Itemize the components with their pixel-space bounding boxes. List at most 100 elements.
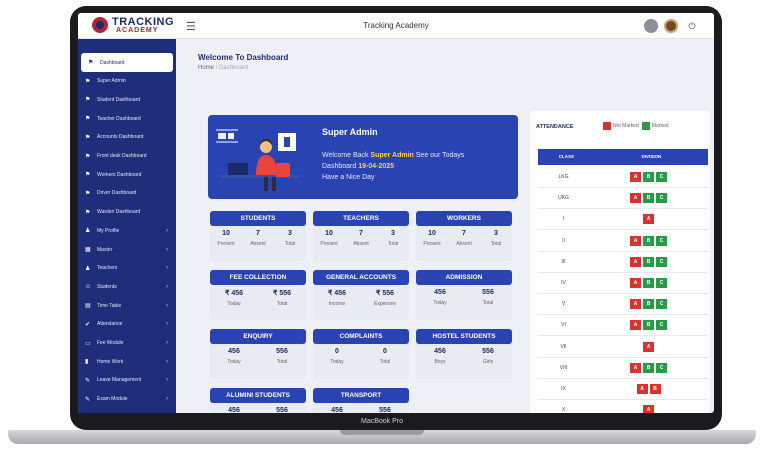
class-name: V xyxy=(561,301,566,308)
summary-card[interactable]: ADMISSION 456 Today 556 Total xyxy=(416,270,512,320)
summary-card[interactable]: TRANSPORT456Allocated556Total Student xyxy=(313,388,409,413)
division-badge[interactable]: A xyxy=(630,299,641,310)
stat-value: 3 xyxy=(391,230,395,237)
app-title: Tracking Academy xyxy=(363,21,429,30)
sidebar-item[interactable]: ⚑ Accounts Dashboard xyxy=(78,128,176,147)
power-icon[interactable]: ⏻ xyxy=(686,20,698,32)
sidebar-item[interactable]: ⚑ Student Dashboard xyxy=(78,90,176,109)
division-badge[interactable]: B xyxy=(649,384,661,394)
division-badge[interactable]: B xyxy=(643,256,654,267)
sidebar-item[interactable]: ⚑ Front desk Dashboard xyxy=(78,147,176,166)
division-badge[interactable]: C xyxy=(656,193,667,204)
card-body: ₹ 456 Today ₹ 556 Total xyxy=(210,285,306,320)
sidebar-item[interactable]: ✔ Attendance › xyxy=(78,315,176,334)
division-badge[interactable]: B xyxy=(643,193,654,204)
sidebar-item[interactable]: ▭ Fee Module › xyxy=(78,334,176,353)
division-badge[interactable]: C xyxy=(656,278,667,288)
sidebar-item[interactable]: ▤ Time Table › xyxy=(78,296,176,315)
division-badge[interactable]: A xyxy=(643,214,654,225)
stat-label: Total xyxy=(284,241,296,247)
home-icon: ⚑ xyxy=(85,190,91,197)
class-name: III xyxy=(561,258,566,265)
division-badge[interactable]: C xyxy=(656,299,667,310)
book-icon: ▮ xyxy=(85,359,89,366)
stat-value: 556 xyxy=(379,407,391,413)
breadcrumb-current: Dashboard xyxy=(219,65,249,71)
home-icon: ⚑ xyxy=(85,153,91,160)
sidebar-item-label: Time Table xyxy=(97,302,122,309)
summary-card[interactable]: TEACHERS 10 Present 7 Absent 3 Total xyxy=(313,211,409,261)
division-badge[interactable]: C xyxy=(656,362,667,373)
division-badge[interactable]: B xyxy=(643,320,654,331)
stat-label: Today xyxy=(433,300,447,306)
sidebar-item-label: Teachers xyxy=(97,265,118,272)
division-badge[interactable]: B xyxy=(643,235,654,246)
division-badge[interactable]: A xyxy=(630,172,641,182)
division-badge[interactable]: A xyxy=(630,320,641,331)
sidebar-item[interactable]: ▮ Home Work › xyxy=(78,352,176,371)
division-badge[interactable]: B xyxy=(643,299,654,310)
sidebar-item-label: Attendance xyxy=(97,321,123,328)
division-badge[interactable]: C xyxy=(656,256,667,267)
division-badge[interactable]: A xyxy=(630,256,641,267)
stat-value: 10 xyxy=(428,230,436,237)
sidebar-item[interactable]: ✎ Exam Module › xyxy=(78,390,176,409)
user-icon[interactable] xyxy=(644,19,658,33)
chevron-right-icon: › xyxy=(166,265,168,272)
sidebar-item[interactable]: ▦ Master › xyxy=(78,240,176,259)
division-badge[interactable]: A xyxy=(630,193,641,204)
breadcrumb-home[interactable]: Home xyxy=(198,65,214,71)
sidebar-item-label: Fee Module xyxy=(97,340,124,346)
division-badge[interactable]: A xyxy=(630,362,641,373)
sidebar-item[interactable]: ⚑ Workers Dashboard xyxy=(78,165,176,184)
card-body: ₹ 456 Income ₹ 556 Expenses xyxy=(313,285,409,320)
division-badge[interactable]: B xyxy=(643,362,654,373)
stat-label: Today xyxy=(227,301,241,307)
device-label: MacBook Pro xyxy=(360,418,404,425)
division-badge[interactable]: B xyxy=(643,278,654,288)
sidebar-item[interactable]: ☺ Students › xyxy=(78,277,176,296)
division-badge[interactable]: C xyxy=(656,235,667,246)
division-badge[interactable]: A xyxy=(630,235,641,246)
division-badge[interactable]: C xyxy=(656,172,667,182)
division-badge[interactable]: A xyxy=(630,278,641,288)
division-badge[interactable]: A xyxy=(643,341,654,352)
summary-card[interactable]: STUDENTS 10 Present 7 Absent 3 Total xyxy=(210,211,306,261)
class-name: VI xyxy=(561,322,566,329)
division-badge[interactable]: B xyxy=(643,172,654,182)
users-icon: ☺ xyxy=(85,283,92,290)
summary-card[interactable]: GENERAL ACCOUNTS ₹ 456 Income ₹ 556 Expenses xyxy=(313,270,409,320)
attendance-panel: ATTENDANCE Not Marked Marked CLASS DIVIS… xyxy=(530,111,710,413)
stat-value: 0 xyxy=(335,348,339,355)
sidebar-item[interactable]: ♟ My Profile › xyxy=(78,221,176,240)
sidebar-item[interactable]: ⚑ Super Admin xyxy=(78,72,176,91)
card-stat: 3 Total xyxy=(480,230,512,247)
summary-card[interactable]: COMPLAINTS 0 Today 0 Total xyxy=(313,329,409,379)
stat-label: Absent xyxy=(250,241,266,247)
summary-card[interactable]: HOSTEL STUDENTS 456 Boys 556 Girls xyxy=(416,329,512,379)
avatar[interactable] xyxy=(664,19,678,33)
home-icon: ⚑ xyxy=(88,60,94,66)
sidebar-item[interactable]: ✎ Leave Management › xyxy=(78,371,176,390)
stat-label: Present xyxy=(217,241,235,247)
division-badges: ABC xyxy=(589,172,708,182)
summary-card[interactable]: WORKERS 10 Present 7 Absent 3 Total xyxy=(416,211,512,261)
stat-value: 7 xyxy=(462,230,466,237)
division-badge[interactable]: A xyxy=(643,405,654,413)
sidebar-item[interactable]: ⚑ Warden Dashboard xyxy=(78,203,176,222)
sidebar-item[interactable]: ⚑ Driver Dashboard xyxy=(78,184,176,203)
division-badge[interactable]: A xyxy=(636,384,648,394)
column-class: CLASS xyxy=(558,154,574,159)
stat-value: 556 xyxy=(482,289,494,296)
sidebar-item-label: Master xyxy=(97,246,113,253)
sidebar-item[interactable]: ⚑ Dashboard xyxy=(81,53,173,72)
summary-card[interactable]: ENQUIRY 456 Today 556 Total xyxy=(210,329,306,379)
summary-card[interactable]: FEE COLLECTION ₹ 456 Today ₹ 556 Total xyxy=(210,270,306,320)
chevron-right-icon: › xyxy=(166,358,168,365)
sidebar-item[interactable]: ♟ Teachers › xyxy=(78,259,176,278)
summary-card[interactable]: ALUMINI STUDENTS456Boys556Girls xyxy=(210,388,306,413)
division-badges: ABC xyxy=(589,235,708,246)
division-badge[interactable]: C xyxy=(656,320,667,331)
class-name: LKG xyxy=(558,174,569,180)
sidebar-item[interactable]: ⚑ Teacher Dashboard xyxy=(78,109,176,128)
